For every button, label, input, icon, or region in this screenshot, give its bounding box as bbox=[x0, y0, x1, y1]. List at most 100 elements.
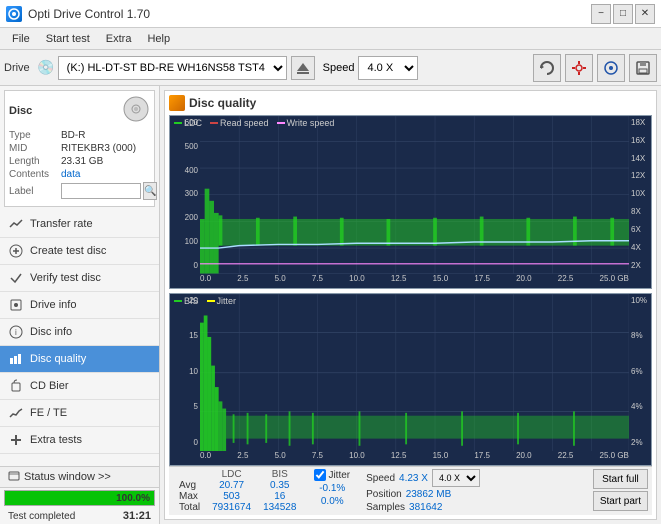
nav-cd-bier[interactable]: CD Bier bbox=[0, 373, 159, 400]
content-area: Disc quality LDC Read speed bbox=[160, 86, 661, 524]
disc-quality-panel-icon bbox=[169, 95, 185, 111]
chart1-legend: LDC Read speed Write speed bbox=[174, 118, 334, 128]
jitter-label: Jitter bbox=[328, 470, 350, 481]
label-input[interactable] bbox=[61, 183, 141, 199]
title-bar: Opti Drive Control 1.70 − □ ✕ bbox=[0, 0, 661, 28]
drive-info-icon bbox=[8, 297, 24, 313]
max-ldc: 503 bbox=[206, 491, 257, 502]
menu-file[interactable]: File bbox=[4, 31, 38, 47]
eject-button[interactable] bbox=[291, 56, 315, 80]
disc-quality-panel: Disc quality LDC Read speed bbox=[164, 90, 657, 520]
sidebar: Disc Type BD-R MID RITEKBR3 (000) Length… bbox=[0, 86, 160, 524]
nav-extra-tests[interactable]: Extra tests bbox=[0, 427, 159, 454]
refresh-button[interactable] bbox=[533, 54, 561, 82]
status-completed-row: Test completed 31:21 bbox=[0, 508, 159, 524]
minimize-button[interactable]: − bbox=[591, 4, 611, 24]
total-bis: 134528 bbox=[257, 502, 302, 513]
legend-read-speed: Read speed bbox=[210, 118, 269, 128]
disc-panel: Disc Type BD-R MID RITEKBR3 (000) Length… bbox=[4, 90, 155, 207]
write-speed-color bbox=[277, 122, 285, 124]
chart1-y-axis-left: 600 500 400 300 200 100 0 bbox=[170, 116, 200, 272]
speed-select[interactable]: 4.0 X bbox=[358, 56, 418, 80]
position-value: 23862 MB bbox=[406, 489, 452, 500]
legend-write-speed-label: Write speed bbox=[287, 118, 335, 128]
nav-verify-test-disc[interactable]: Verify test disc bbox=[0, 265, 159, 292]
chart2: BIS Jitter 20 15 10 5 0 bbox=[169, 293, 652, 467]
chart2-legend: BIS Jitter bbox=[174, 296, 236, 306]
chart1-svg bbox=[200, 116, 629, 274]
start-full-button[interactable]: Start full bbox=[593, 469, 648, 489]
avg-bis: 0.35 bbox=[257, 480, 302, 491]
chart2-svg bbox=[200, 294, 629, 452]
start-part-button[interactable]: Start part bbox=[593, 491, 648, 511]
nav-fe-te[interactable]: FE / TE bbox=[0, 400, 159, 427]
drive-icon: 💿 bbox=[36, 58, 56, 78]
nav-disc-info-label: Disc info bbox=[30, 326, 72, 338]
speed-row: Speed 4.23 X 4.0 X bbox=[366, 469, 480, 487]
type-value: BD-R bbox=[61, 130, 85, 141]
start-buttons: Start full Start part bbox=[593, 469, 648, 511]
speed-section: Speed 4.23 X 4.0 X Position 23862 MB Sam… bbox=[366, 469, 480, 513]
nav-extra-tests-label: Extra tests bbox=[30, 434, 82, 446]
transfer-rate-icon bbox=[8, 216, 24, 232]
progress-bar: 100.0% bbox=[4, 490, 155, 506]
max-bis: 16 bbox=[257, 491, 302, 502]
save-button[interactable] bbox=[629, 54, 657, 82]
settings-button[interactable] bbox=[565, 54, 593, 82]
chart2-y-axis-right: 10% 8% 6% 4% 2% bbox=[629, 294, 651, 450]
samples-label: Samples bbox=[366, 502, 405, 513]
status-bar: Status window >> 100.0% Test completed 3… bbox=[0, 466, 159, 524]
svg-text:i: i bbox=[15, 328, 17, 337]
legend-bis-label: BIS bbox=[184, 296, 199, 306]
nav-create-test-disc[interactable]: Create test disc bbox=[0, 238, 159, 265]
legend-jitter: Jitter bbox=[207, 296, 237, 306]
avg-jitter: -0.1% bbox=[314, 483, 350, 494]
chart-container: LDC Read speed Write speed bbox=[169, 115, 652, 466]
nav-drive-info-label: Drive info bbox=[30, 299, 76, 311]
close-button[interactable]: ✕ bbox=[635, 4, 655, 24]
nav-disc-info[interactable]: i Disc info bbox=[0, 319, 159, 346]
menu-bar: File Start test Extra Help bbox=[0, 28, 661, 50]
jitter-section: Jitter -0.1% 0.0% bbox=[314, 469, 350, 507]
menu-extra[interactable]: Extra bbox=[98, 31, 140, 47]
legend-read-speed-label: Read speed bbox=[220, 118, 269, 128]
nav-verify-test-disc-label: Verify test disc bbox=[30, 272, 101, 284]
nav-disc-quality[interactable]: Disc quality bbox=[0, 346, 159, 373]
label-label: Label bbox=[9, 186, 61, 197]
label-search-button[interactable]: 🔍 bbox=[143, 182, 157, 200]
chart2-y-axis-left: 20 15 10 5 0 bbox=[170, 294, 200, 450]
menu-help[interactable]: Help bbox=[139, 31, 178, 47]
position-row: Position 23862 MB bbox=[366, 489, 480, 500]
toolbar: Drive 💿 (K:) HL-DT-ST BD-RE WH16NS58 TST… bbox=[0, 50, 661, 86]
menu-start-test[interactable]: Start test bbox=[38, 31, 98, 47]
bis-color bbox=[174, 300, 182, 302]
main-layout: Disc Type BD-R MID RITEKBR3 (000) Length… bbox=[0, 86, 661, 524]
samples-value: 381642 bbox=[409, 502, 442, 513]
disc-write-button[interactable] bbox=[597, 54, 625, 82]
chart1: LDC Read speed Write speed bbox=[169, 115, 652, 289]
ldc-header: LDC bbox=[206, 469, 257, 480]
disc-info-icon: i bbox=[8, 324, 24, 340]
chart1-y-axis-right: 18X 16X 14X 12X 10X 8X 6X 4X 2X bbox=[629, 116, 651, 272]
legend-write-speed: Write speed bbox=[277, 118, 335, 128]
speed-dropdown[interactable]: 4.0 X bbox=[432, 469, 480, 487]
legend-bis: BIS bbox=[174, 296, 199, 306]
jitter-checkbox[interactable] bbox=[314, 469, 326, 481]
total-label: Total bbox=[173, 502, 206, 513]
nav-fe-te-label: FE / TE bbox=[30, 407, 67, 419]
nav-drive-info[interactable]: Drive info bbox=[0, 292, 159, 319]
nav-transfer-rate[interactable]: Transfer rate bbox=[0, 211, 159, 238]
speed-label: Speed bbox=[323, 62, 355, 74]
maximize-button[interactable]: □ bbox=[613, 4, 633, 24]
chart2-x-axis: 0.0 2.5 5.0 7.5 10.0 12.5 15.0 17.5 20.0… bbox=[200, 451, 629, 465]
chart1-x-axis: 0.0 2.5 5.0 7.5 10.0 12.5 15.0 17.5 20.0… bbox=[200, 274, 629, 288]
samples-row: Samples 381642 bbox=[366, 502, 480, 513]
avg-speed: 4.23 X bbox=[399, 473, 428, 484]
disc-panel-title: Disc bbox=[9, 105, 32, 117]
nav-create-test-disc-label: Create test disc bbox=[30, 245, 106, 257]
status-window-button[interactable]: Status window >> bbox=[0, 467, 159, 488]
total-ldc: 7931674 bbox=[206, 502, 257, 513]
jitter-checkbox-row: Jitter bbox=[314, 469, 350, 481]
drive-select[interactable]: (K:) HL-DT-ST BD-RE WH16NS58 TST4 bbox=[58, 56, 287, 80]
speed-stat-label: Speed bbox=[366, 473, 395, 484]
